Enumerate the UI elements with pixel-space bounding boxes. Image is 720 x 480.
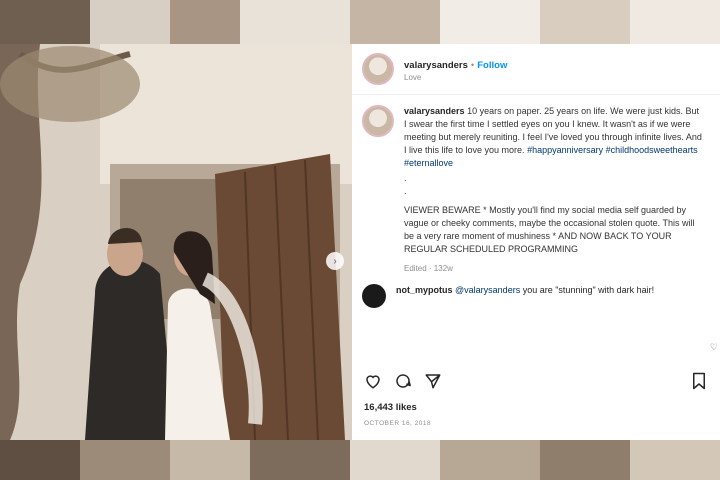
post-photo[interactable]: › [0,44,352,440]
bookmark-icon [693,372,705,390]
post-date: OCTOBER 16, 2018 [364,420,432,427]
edited-timestamp: Edited · 132w [404,263,453,273]
comment-button[interactable] [392,370,414,392]
caption-text-2: VIEWER BEWARE * Mostly you'll find my so… [404,205,695,255]
comment-username[interactable]: not_mypotus [396,285,453,295]
comment-like-heart-icon[interactable]: ♡ [710,342,718,353]
action-bar [362,370,710,392]
comment-icon [396,374,411,388]
follow-button[interactable]: Follow [477,60,507,71]
comment-item: not_mypotus @valarysanders you are "stun… [352,274,720,309]
next-photo-button[interactable]: › [326,252,344,270]
post-location[interactable]: Love [404,74,507,83]
share-icon [425,374,441,389]
chevron-right-icon: › [333,255,337,267]
pixelated-background-top [0,0,720,44]
caption: valarysanders 10 years on paper. 25 year… [352,95,720,274]
wedding-photo-illustration [0,44,352,440]
pixelated-background-bottom [0,440,720,480]
share-button[interactable] [422,370,444,392]
likes-count[interactable]: 16,443 likes [364,402,417,413]
comment-text: you are "stunning" with dark hair! [522,285,655,296]
like-button[interactable] [362,370,384,392]
separator-dot: • [470,59,475,71]
caption-avatar[interactable] [362,105,394,137]
post-author-username[interactable]: valarysanders [404,60,468,71]
caption-dots: . . [404,173,407,197]
commenter-avatar[interactable] [362,284,386,309]
save-button[interactable] [688,370,710,392]
instagram-post: › valarysanders • Follow Love valarysander… [0,44,720,440]
post-side-panel: valarysanders • Follow Love valarysanders … [352,44,720,440]
caption-username[interactable]: valarysanders [404,106,465,116]
avatar[interactable] [362,53,394,85]
comment-mention[interactable]: @valarysanders [455,285,520,295]
post-header: valarysanders • Follow Love [352,44,720,94]
heart-icon [366,375,380,389]
